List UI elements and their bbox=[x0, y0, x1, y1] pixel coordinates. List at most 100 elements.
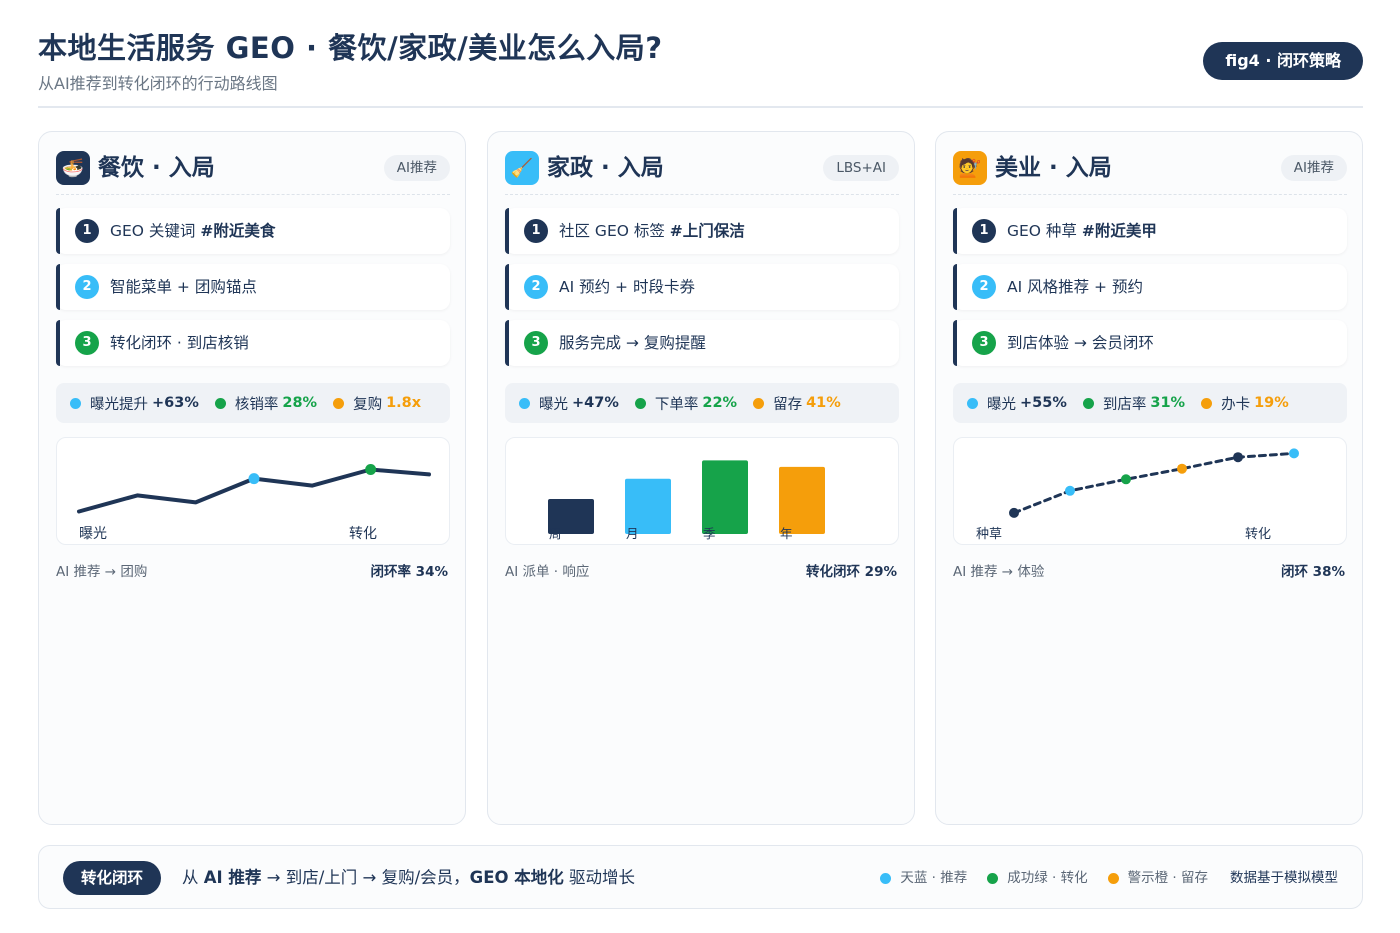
data-point bbox=[1009, 507, 1019, 518]
step-accent-bar bbox=[56, 320, 60, 366]
card-header: 🍜 餐饮 · 入局 AI推荐 bbox=[56, 151, 450, 195]
bar-category-label: 季 bbox=[703, 526, 716, 541]
metric-item: 曝光 +47% bbox=[519, 393, 619, 414]
metric-value: 19% bbox=[1254, 395, 1289, 411]
page-subtitle: 从AI推荐到转化闭环的行动路线图 bbox=[38, 74, 278, 93]
line-chart-svg: 曝光 转化 bbox=[77, 464, 431, 542]
step-number: 2 bbox=[972, 275, 996, 299]
data-source-note: 数据基于模拟模型 bbox=[1230, 870, 1338, 886]
metric-label: 下单率 bbox=[654, 396, 699, 413]
step-number: 3 bbox=[972, 331, 996, 355]
metric-label: 留存 bbox=[773, 396, 803, 413]
x-axis-label: 种草 bbox=[976, 527, 1002, 542]
metric-label: 核销率 bbox=[234, 396, 279, 413]
metrics-row: 曝光提升 +63% 核销率 28% 复购 1.8x bbox=[56, 383, 450, 423]
card-title: 餐饮 · 入局 bbox=[98, 155, 215, 181]
step-text: 到店体验 → 会员闭环 bbox=[1007, 334, 1154, 352]
metric-dot-icon bbox=[967, 397, 978, 409]
metric-item: 办卡 19% bbox=[1201, 393, 1289, 414]
bar-category-label: 年 bbox=[780, 526, 793, 541]
data-point bbox=[248, 473, 260, 485]
bar bbox=[779, 466, 825, 534]
step-item: 1 GEO 关键词 #附近美食 bbox=[56, 208, 450, 254]
step-label: 转化闭环 · 到店核销 bbox=[110, 320, 249, 366]
header: 本地生活服务 GEO · 餐饮/家政/美业怎么入局? 从AI推荐到转化闭环的行动… bbox=[38, 28, 1363, 108]
card-title: 家政 · 入局 bbox=[547, 155, 664, 181]
legend-item: 天蓝 · 推荐 bbox=[880, 846, 967, 910]
legend-dot-icon bbox=[987, 872, 999, 884]
step-accent-bar bbox=[505, 208, 509, 254]
card-beauty: 💇 美业 · 入局 AI推荐 1 GEO 种草 #附近美甲 2 AI 风格推荐 + 预约 3 到… bbox=[935, 131, 1363, 825]
step-number: 3 bbox=[75, 331, 99, 355]
step-number: 1 bbox=[75, 219, 99, 243]
step-label: GEO 种草 #附近美甲 bbox=[1007, 208, 1157, 254]
card-tag: LBS+AI bbox=[823, 155, 899, 181]
step-label: AI 预约 + 时段卡券 bbox=[559, 264, 695, 310]
x-axis-label: 转化 bbox=[349, 526, 377, 542]
step-number: 3 bbox=[524, 331, 548, 355]
page-title: 本地生活服务 GEO · 餐饮/家政/美业怎么入局? bbox=[38, 31, 663, 65]
legend-item: 警示橙 · 留存 bbox=[1107, 846, 1208, 910]
data-point bbox=[1177, 463, 1187, 474]
bar-category-label: 周 bbox=[549, 526, 562, 541]
summary-segment: → 到店/上门 → 复购/会员， bbox=[261, 868, 470, 887]
metric-value: 41% bbox=[806, 395, 841, 411]
step-item: 2 AI 预约 + 时段卡券 bbox=[505, 264, 899, 310]
step-item: 3 转化闭环 · 到店核销 bbox=[56, 320, 450, 366]
legend-label: 成功绿 · 转化 bbox=[1007, 870, 1088, 886]
metric-dot-icon bbox=[214, 397, 226, 409]
metric-label: 曝光 bbox=[539, 396, 568, 413]
bar-category-label: 月 bbox=[626, 526, 639, 541]
data-point bbox=[1065, 485, 1075, 496]
mini-chart: 曝光 转化 bbox=[56, 437, 450, 545]
step-accent-bar bbox=[953, 264, 957, 310]
data-point bbox=[1233, 452, 1243, 463]
metric-label: 复购 bbox=[353, 396, 383, 413]
step-text: 社区 GEO 标签 bbox=[559, 222, 665, 240]
metric-dot-icon bbox=[753, 397, 765, 409]
step-number: 1 bbox=[972, 219, 996, 243]
summary-emphasis: GEO 本地化 bbox=[469, 868, 564, 887]
card-footer-flow: AI 推荐 → 体验 bbox=[953, 564, 1045, 580]
metric-label: 曝光提升 bbox=[90, 396, 148, 413]
hairdresser-icon: 💇 bbox=[953, 151, 987, 185]
card-title: 美业 · 入局 bbox=[995, 155, 1112, 181]
data-point bbox=[1121, 474, 1131, 485]
series-line bbox=[1012, 451, 1296, 515]
step-number: 2 bbox=[75, 275, 99, 299]
step-item: 3 到店体验 → 会员闭环 bbox=[953, 320, 1347, 366]
metric-dot-icon bbox=[1201, 397, 1213, 409]
metric-value: 28% bbox=[282, 395, 318, 411]
step-item: 2 AI 风格推荐 + 预约 bbox=[953, 264, 1347, 310]
x-axis-label: 曝光 bbox=[79, 526, 107, 542]
step-label: GEO 关键词 #附近美食 bbox=[110, 208, 275, 254]
broom-icon: 🧹 bbox=[505, 151, 539, 185]
step-hashtag: #上门保洁 bbox=[669, 222, 745, 240]
step-item: 3 服务完成 → 复购提醒 bbox=[505, 320, 899, 366]
step-accent-bar bbox=[505, 264, 509, 310]
metrics-row: 曝光 +55% 到店率 31% 办卡 19% bbox=[953, 383, 1347, 423]
card-footer-flow: AI 派单 · 响应 bbox=[505, 564, 590, 580]
step-accent-bar bbox=[56, 264, 60, 310]
card-header: 🧹 家政 · 入局 LBS+AI bbox=[505, 151, 899, 195]
bar-chart-svg: 周月季年 bbox=[548, 460, 825, 541]
metric-item: 留存 41% bbox=[753, 393, 841, 414]
step-item: 1 社区 GEO 标签 #上门保洁 bbox=[505, 208, 899, 254]
color-legend: 天蓝 · 推荐 成功绿 · 转化 警示橙 · 留存 数据基于模拟模型 bbox=[860, 846, 1338, 910]
step-item: 1 GEO 种草 #附近美甲 bbox=[953, 208, 1347, 254]
card-header: 💇 美业 · 入局 AI推荐 bbox=[953, 151, 1347, 195]
mini-chart: 周月季年 bbox=[505, 437, 899, 545]
data-point bbox=[1289, 448, 1299, 459]
metric-value: 31% bbox=[1150, 395, 1186, 411]
card-tag: AI推荐 bbox=[1280, 155, 1347, 181]
metric-dot-icon bbox=[70, 397, 81, 409]
card-footer-rate: 闭环率 34% bbox=[370, 564, 448, 580]
step-number: 2 bbox=[524, 275, 548, 299]
summary-segment: 从 bbox=[182, 868, 204, 887]
step-text: 转化闭环 · 到店核销 bbox=[110, 334, 249, 352]
ramen-bowl-icon: 🍜 bbox=[56, 151, 90, 185]
step-text: GEO 关键词 bbox=[110, 222, 196, 240]
step-label: AI 风格推荐 + 预约 bbox=[1007, 264, 1143, 310]
metric-dot-icon bbox=[333, 397, 345, 409]
x-axis-label: 转化 bbox=[1245, 527, 1271, 542]
